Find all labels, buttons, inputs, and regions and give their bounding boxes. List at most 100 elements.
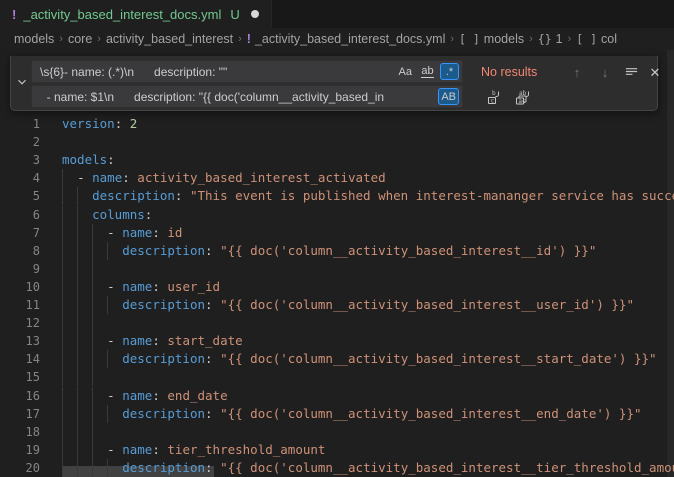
indent-guide — [92, 224, 93, 242]
breadcrumb-label: 1 — [556, 32, 563, 46]
line-number: 7 — [0, 224, 40, 242]
code-line[interactable]: 14 description: "{{ doc('column__activit… — [0, 350, 674, 368]
code-line[interactable]: 9 — [0, 260, 674, 278]
indent-guide — [62, 314, 63, 332]
code-line[interactable]: 1version: 2 — [0, 115, 674, 133]
code-line[interactable]: 15 — [0, 368, 674, 386]
line-number: 6 — [0, 206, 40, 224]
indent-guide — [92, 441, 93, 459]
indent-guide — [77, 314, 78, 332]
replace-input[interactable] — [32, 86, 462, 107]
line-number: 17 — [0, 405, 40, 423]
yaml-file-icon: ! — [12, 7, 16, 22]
indent-guide — [92, 405, 93, 423]
line-number: 13 — [0, 332, 40, 350]
toggle-replace-chevron-icon[interactable] — [14, 75, 30, 91]
line-number: 5 — [0, 187, 40, 205]
code-line[interactable]: 7 - name: id — [0, 224, 674, 242]
breadcrumb-item[interactable]: core — [68, 32, 92, 46]
vscode-window: ! _activity_based_interest_docs.yml U mo… — [0, 0, 674, 477]
indent-guide — [92, 350, 93, 368]
preserve-case-toggle[interactable]: AB — [438, 88, 459, 105]
breadcrumb-item[interactable]: [ ]models — [459, 32, 524, 46]
code-text: description: "{{ doc('column__activity_b… — [62, 350, 657, 368]
code-line[interactable]: 16 - name: end_date — [0, 387, 674, 405]
line-number: 14 — [0, 350, 40, 368]
code-text: description: "{{ doc('column__activity_b… — [62, 296, 634, 314]
breadcrumb-label: models — [14, 32, 54, 46]
code-line[interactable]: 10 - name: user_id — [0, 278, 674, 296]
line-number: 4 — [0, 169, 40, 187]
code-line[interactable]: 13 - name: start_date — [0, 332, 674, 350]
replace-all-button[interactable]: ab ac — [513, 88, 533, 106]
code-text: description: "{{ doc('column__activity_b… — [62, 405, 642, 423]
indent-guide — [62, 224, 63, 242]
code-line[interactable]: 19 - name: tier_threshold_amount — [0, 441, 674, 459]
code-text: columns: — [62, 206, 152, 224]
indent-guide — [62, 278, 63, 296]
breadcrumb-item[interactable]: !_activity_based_interest_docs.yml — [247, 32, 446, 46]
code-line[interactable]: 11 description: "{{ doc('column__activit… — [0, 296, 674, 314]
indent-guide — [77, 350, 78, 368]
breadcrumb-label: _activity_based_interest_docs.yml — [255, 32, 445, 46]
find-in-selection-button[interactable] — [621, 64, 641, 82]
code-text: description: "{{ doc('column__activity_b… — [62, 459, 674, 477]
symbol-object-icon: {} — [538, 32, 552, 46]
breadcrumb-separator-icon: › — [529, 33, 533, 45]
code-line[interactable]: 18 — [0, 423, 674, 441]
whole-word-toggle[interactable]: ab — [418, 63, 437, 80]
editor-pane[interactable]: 1version: 223models:4 - name: activity_b… — [0, 50, 674, 477]
code-line[interactable]: 2 — [0, 133, 674, 151]
code-line[interactable]: 4 - name: activity_based_interest_activa… — [0, 169, 674, 187]
breadcrumb-item[interactable]: {} 1 — [538, 32, 563, 46]
svg-text:c: c — [491, 97, 495, 104]
close-find-widget-button[interactable]: ✕ — [645, 64, 665, 82]
match-case-toggle[interactable]: Aa — [396, 63, 415, 80]
code-line[interactable]: 3models: — [0, 151, 674, 169]
svg-text:ac: ac — [518, 98, 526, 105]
breadcrumb-item[interactable]: activity_based_interest — [106, 32, 233, 46]
indent-guide — [92, 296, 93, 314]
breadcrumb-item[interactable]: [ ]col — [576, 32, 617, 46]
git-untracked-badge: U — [230, 7, 239, 22]
code-text: - name: activity_based_interest_activate… — [62, 169, 386, 187]
indent-guide — [62, 459, 63, 477]
indent-guide — [107, 296, 108, 314]
tab-bar: ! _activity_based_interest_docs.yml U — [0, 0, 674, 28]
breadcrumb-separator-icon: › — [568, 33, 572, 45]
indent-guide — [62, 405, 63, 423]
breadcrumb-item[interactable]: models — [14, 32, 54, 46]
code-text: description: "{{ doc('column__activity_b… — [62, 242, 596, 260]
indent-guide — [62, 441, 63, 459]
code-line[interactable]: 12 — [0, 314, 674, 332]
previous-match-button[interactable]: ↑ — [567, 64, 587, 82]
indent-guide — [77, 459, 78, 477]
indent-guide — [77, 242, 78, 260]
tab-active-file[interactable]: ! _activity_based_interest_docs.yml U — [0, 0, 272, 28]
breadcrumb-label: models — [484, 32, 524, 46]
indent-guide — [62, 296, 63, 314]
indent-guide — [62, 368, 63, 386]
unsaved-dot-icon[interactable] — [251, 10, 259, 18]
regex-toggle[interactable]: .* — [440, 63, 459, 80]
indent-guide — [92, 260, 93, 278]
next-match-button[interactable]: ↓ — [595, 64, 615, 82]
indent-guide — [62, 260, 63, 278]
code-text: - name: start_date — [62, 332, 243, 350]
code-line[interactable]: 20 description: "{{ doc('column__activit… — [0, 459, 674, 477]
indent-guide — [62, 187, 63, 205]
code-line[interactable]: 17 description: "{{ doc('column__activit… — [0, 405, 674, 423]
code-line[interactable]: 5 description: "This event is published … — [0, 187, 674, 205]
breadcrumb-separator-icon: › — [59, 33, 63, 45]
indent-guide — [62, 387, 63, 405]
indent-guide — [77, 278, 78, 296]
code-text: models: — [62, 151, 115, 169]
line-number: 2 — [0, 133, 40, 151]
breadcrumb-separator-icon: › — [238, 33, 242, 45]
indent-guide — [77, 206, 78, 224]
line-number: 19 — [0, 441, 40, 459]
code-line[interactable]: 8 description: "{{ doc('column__activity… — [0, 242, 674, 260]
replace-button[interactable]: b c — [485, 88, 505, 106]
find-input-container: Aa ab .* — [31, 60, 463, 83]
code-line[interactable]: 6 columns: — [0, 206, 674, 224]
